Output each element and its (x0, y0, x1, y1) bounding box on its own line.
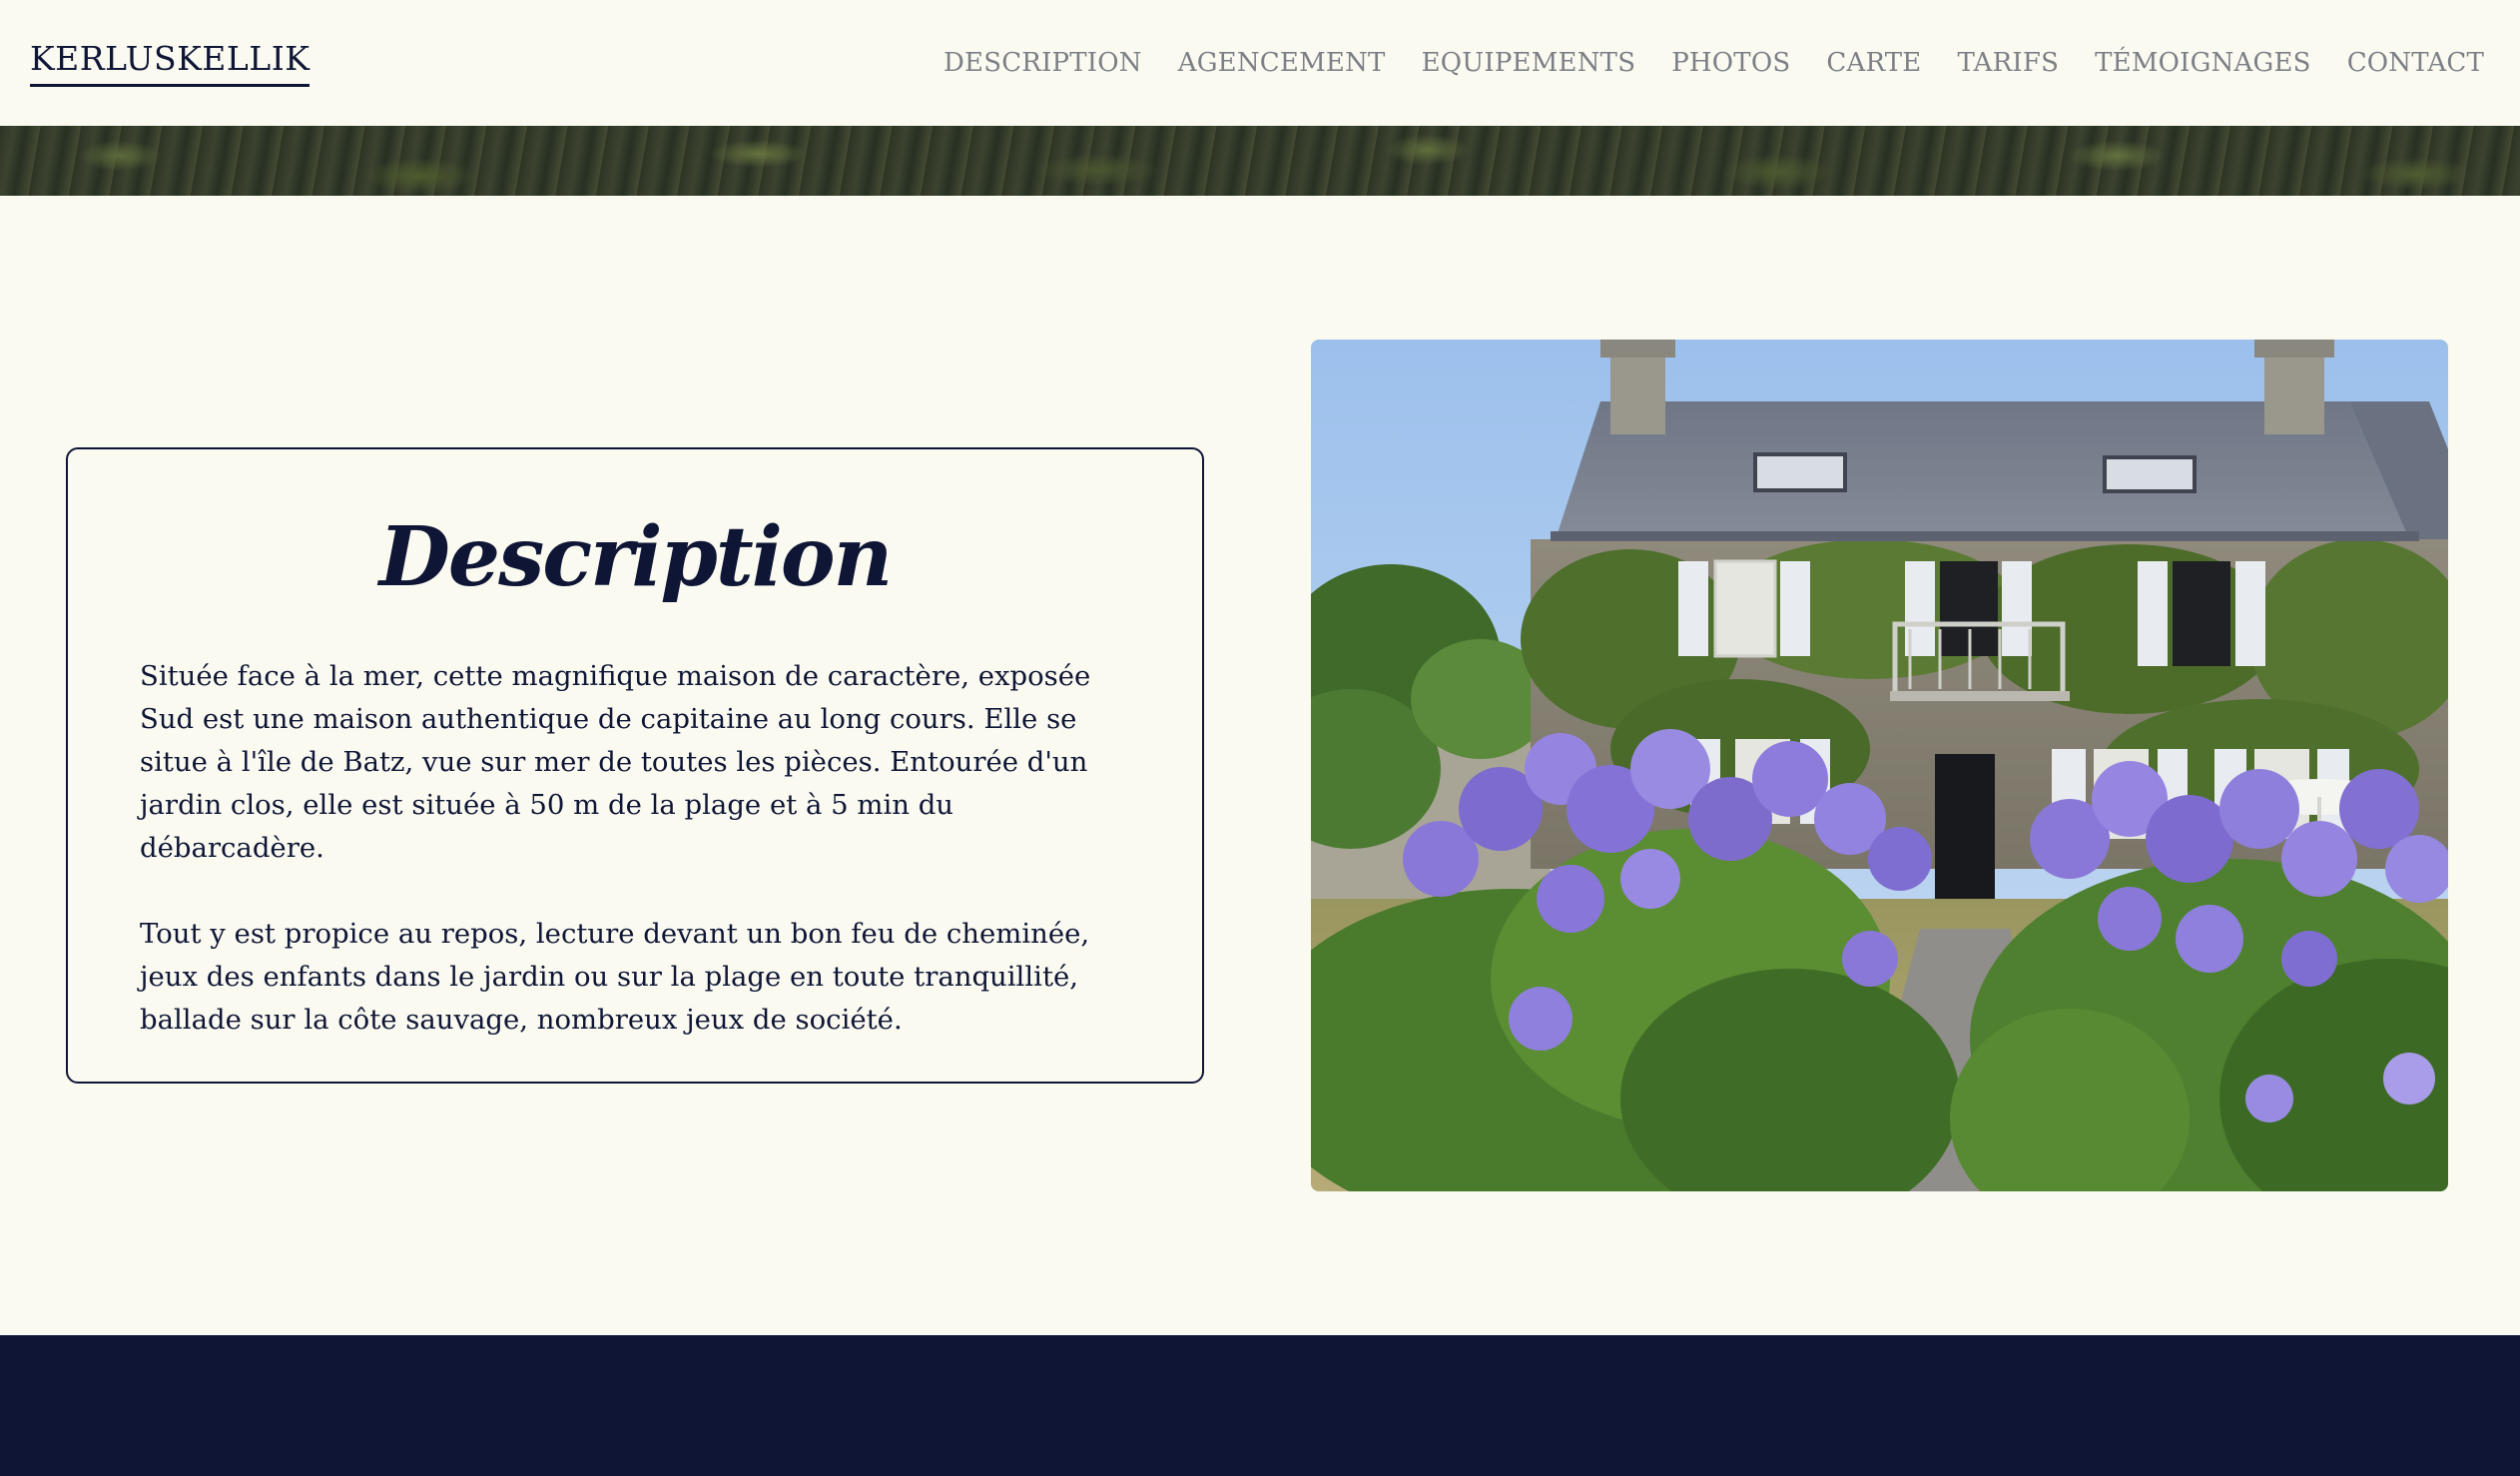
nav-link-photos[interactable]: PHOTOS (1671, 48, 1790, 78)
nav-link-equipements[interactable]: EQUIPEMENTS (1422, 48, 1636, 78)
site-header: KERLUSKELLIK DESCRIPTION AGENCEMENT EQUI… (0, 0, 2520, 126)
nav-link-contact[interactable]: CONTACT (2347, 48, 2484, 78)
nav-link-carte[interactable]: CARTE (1826, 48, 1921, 78)
house-illustration (1311, 340, 2448, 1191)
description-paragraph-2: Tout y est propice au repos, lecture dev… (140, 918, 1090, 1036)
description-paragraph-1: Située face à la mer, cette magnifique m… (140, 660, 1091, 864)
description-card: Description Située face à la mer, cette … (66, 447, 1204, 1084)
house-photo (1311, 340, 2448, 1191)
footer-band (0, 1335, 2520, 1476)
nav-link-temoignages[interactable]: TÉMOIGNAGES (2095, 48, 2311, 78)
hero-image-strip (0, 126, 2520, 196)
description-title: Description (378, 509, 893, 605)
nav-link-description[interactable]: DESCRIPTION (944, 48, 1142, 78)
nav-link-agencement[interactable]: AGENCEMENT (1178, 48, 1386, 78)
main-nav: DESCRIPTION AGENCEMENT EQUIPEMENTS PHOTO… (944, 48, 2484, 78)
nav-link-tarifs[interactable]: TARIFS (1958, 48, 2060, 78)
site-logo[interactable]: KERLUSKELLIK (30, 39, 311, 87)
